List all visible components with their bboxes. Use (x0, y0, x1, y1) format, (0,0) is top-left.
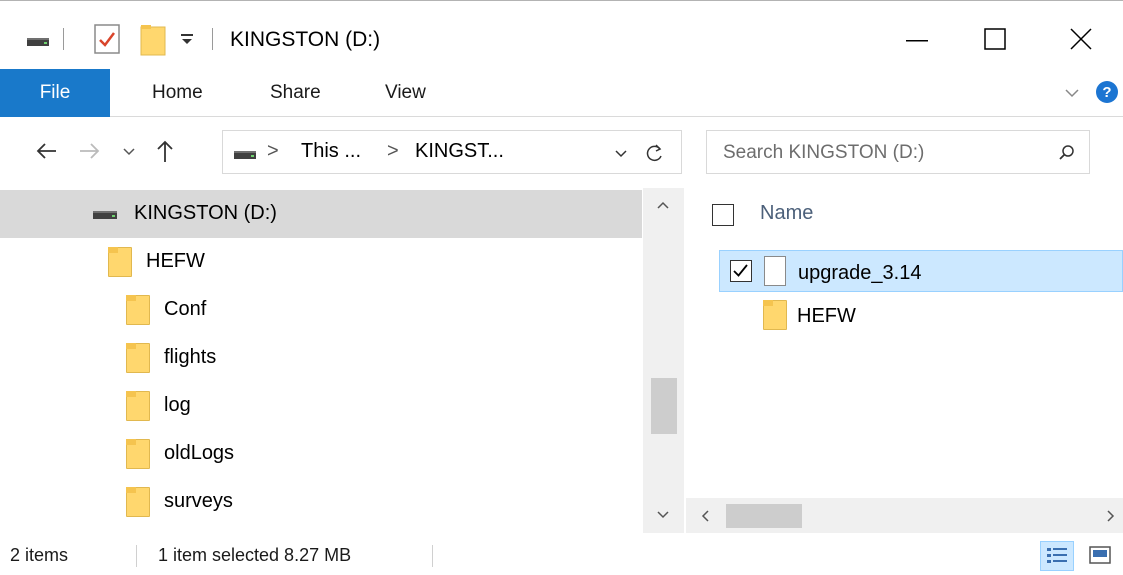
breadcrumb-separator: > (387, 140, 399, 162)
scroll-up-icon[interactable] (655, 198, 671, 212)
folder-icon (763, 300, 787, 330)
explorer-window: KINGSTON (D:) File Home Share View ? > T… (0, 0, 1123, 575)
file-name: upgrade_3.14 (798, 262, 922, 284)
scrollbar-thumb[interactable] (726, 504, 802, 528)
breadcrumb-this-pc[interactable]: This ... (301, 140, 361, 163)
nav-item-label: flights (164, 346, 217, 368)
horizontal-scrollbar[interactable] (686, 498, 1123, 533)
row-checkbox[interactable] (730, 260, 752, 282)
new-folder-icon[interactable] (140, 24, 166, 56)
recent-locations-icon[interactable] (114, 136, 144, 166)
refresh-icon[interactable] (643, 141, 667, 165)
folder-icon (126, 391, 150, 421)
nav-item-flights[interactable]: flights (0, 334, 642, 382)
title-bar: KINGSTON (D:) (0, 2, 1123, 69)
navigation-pane: KINGSTON (D:) HEFW Conf flights log oldL… (0, 188, 684, 533)
drive-icon (92, 207, 118, 221)
tab-home[interactable]: Home (152, 69, 203, 117)
breadcrumb-separator: > (267, 140, 279, 162)
tab-share[interactable]: Share (270, 69, 321, 117)
drive-icon (233, 147, 257, 161)
back-button[interactable] (32, 136, 62, 166)
select-all-checkbox[interactable] (712, 204, 734, 226)
folder-icon (126, 487, 150, 517)
file-list-pane: Name upgrade_3.14 HEFW (686, 188, 1123, 533)
window-title: KINGSTON (D:) (230, 28, 381, 51)
document-icon (764, 256, 786, 286)
nav-item-label: log (164, 394, 191, 416)
scroll-down-icon[interactable] (655, 508, 671, 522)
scrollbar-thumb[interactable] (651, 378, 677, 434)
expand-ribbon-icon[interactable] (1062, 83, 1082, 103)
properties-icon[interactable] (94, 24, 120, 54)
folder-icon (126, 343, 150, 373)
nav-item-log[interactable]: log (0, 382, 642, 430)
nav-item-label: HEFW (146, 250, 205, 272)
large-icons-view-button[interactable] (1084, 541, 1118, 571)
scroll-left-icon[interactable] (698, 508, 712, 524)
search-icon[interactable] (1057, 143, 1077, 163)
ribbon-tabs: File Home Share View ? (0, 69, 1123, 117)
nav-item-conf[interactable]: Conf (0, 286, 642, 334)
status-bar: 2 items 1 item selected 8.27 MB (0, 533, 1123, 575)
nav-item-label: surveys (164, 490, 233, 512)
tab-file[interactable]: File (0, 69, 110, 117)
folder-icon (126, 295, 150, 325)
search-input[interactable]: Search KINGSTON (D:) (706, 130, 1090, 174)
nav-item-hefw[interactable]: HEFW (0, 238, 642, 286)
scroll-right-icon[interactable] (1104, 508, 1118, 524)
tab-view[interactable]: View (385, 69, 426, 117)
item-count: 2 items (10, 545, 69, 565)
folder-icon (126, 439, 150, 469)
file-row-upgrade[interactable]: upgrade_3.14 (719, 250, 1123, 292)
drive-icon[interactable] (26, 32, 50, 48)
navigation-bar: > This ... > KINGST... Search KINGSTON (… (0, 118, 1123, 188)
svg-text:?: ? (1102, 84, 1111, 101)
file-row-hefw[interactable]: HEFW (719, 294, 1123, 336)
nav-item-surveys[interactable]: surveys (0, 478, 642, 526)
file-name: HEFW (797, 305, 856, 327)
address-bar[interactable]: > This ... > KINGST... (222, 130, 682, 174)
search-placeholder: Search KINGSTON (D:) (723, 142, 925, 163)
minimize-button[interactable] (888, 16, 944, 62)
title-separator (63, 28, 64, 50)
address-dropdown-icon[interactable] (611, 143, 631, 163)
nav-item-oldlogs[interactable]: oldLogs (0, 430, 642, 478)
nav-item-label: KINGSTON (D:) (134, 202, 277, 224)
nav-scrollbar[interactable] (643, 188, 684, 533)
forward-button[interactable] (74, 136, 104, 166)
nav-item-label: Conf (164, 298, 207, 320)
status-separator (432, 545, 433, 567)
help-icon[interactable]: ? (1095, 80, 1119, 104)
column-header-name[interactable]: Name (760, 202, 813, 225)
folder-icon (108, 247, 132, 277)
close-button[interactable] (1052, 16, 1108, 62)
quick-access-dropdown-icon[interactable] (180, 28, 194, 48)
status-separator (136, 545, 137, 567)
selection-info: 1 item selected 8.27 MB (158, 545, 352, 565)
details-view-button[interactable] (1040, 541, 1074, 571)
breadcrumb-kingston[interactable]: KINGST... (415, 140, 504, 163)
nav-item-kingston[interactable]: KINGSTON (D:) (0, 190, 642, 238)
up-button[interactable] (150, 136, 180, 166)
title-separator-2 (212, 28, 213, 50)
nav-item-label: oldLogs (164, 442, 235, 464)
maximize-button[interactable] (966, 16, 1022, 62)
